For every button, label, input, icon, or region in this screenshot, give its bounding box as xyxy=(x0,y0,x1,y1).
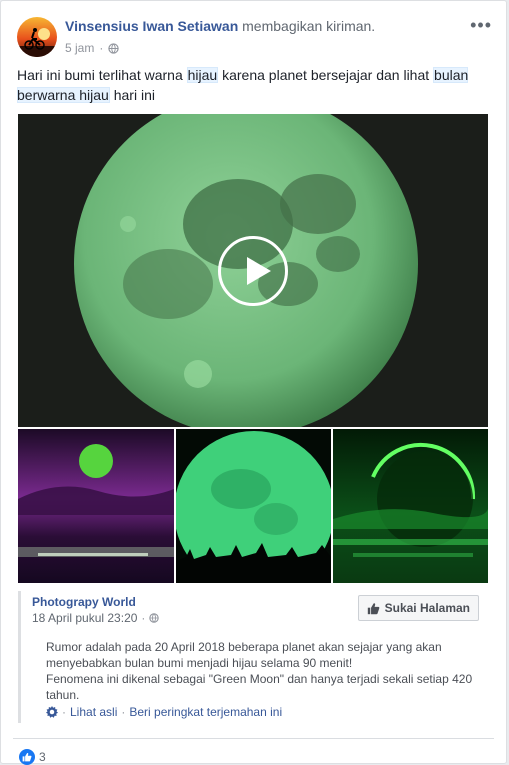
more-options-icon[interactable]: ••• xyxy=(470,15,492,36)
link-separator: · xyxy=(121,705,126,719)
purple-sea-moon-image xyxy=(18,429,174,583)
translation-links: · Lihat asli · Beri peringkat terjemahan… xyxy=(46,705,282,719)
hashtag-link[interactable]: hijau xyxy=(186,67,219,83)
green-moon-forest-image xyxy=(176,429,331,583)
reactions-summary[interactable]: 3 xyxy=(19,749,46,765)
shared-post-text: Rumor adalah pada 20 April 2018 beberapa… xyxy=(46,639,476,703)
gear-icon[interactable] xyxy=(46,706,58,718)
post-text-part: hari ini xyxy=(109,87,155,103)
photo-thumbnail[interactable] xyxy=(176,429,331,583)
meta-separator: · xyxy=(141,611,146,625)
shared-post-meta: 18 April pukul 23:20 · xyxy=(32,611,160,625)
video-player[interactable] xyxy=(18,114,488,427)
meta-separator: · xyxy=(99,41,104,55)
share-verb: membagikan kiriman. xyxy=(242,18,376,34)
post-text-part: karena planet bersejajar dan lihat xyxy=(218,67,434,83)
like-icon xyxy=(19,749,35,765)
see-original-link[interactable]: Lihat asli xyxy=(70,705,117,719)
post-card: Vinsensius Iwan Setiawan membagikan kiri… xyxy=(0,0,507,765)
shared-page-name[interactable]: Photograpy World xyxy=(32,595,136,609)
thumbs-up-icon xyxy=(367,602,379,614)
shared-text-line: Rumor adalah pada 20 April 2018 beberapa… xyxy=(46,640,442,670)
post-text-part: Hari ini bumi terlihat warna xyxy=(17,67,187,83)
green-eclipse-sea-image xyxy=(333,429,488,583)
post-text: Hari ini bumi terlihat warna hijau karen… xyxy=(17,65,495,105)
photo-thumbnail[interactable] xyxy=(333,429,488,583)
rate-translation-link[interactable]: Beri peringkat terjemahan ini xyxy=(129,705,282,719)
like-page-label: Sukai Halaman xyxy=(384,601,470,615)
globe-icon[interactable] xyxy=(108,42,120,54)
like-page-button[interactable]: Sukai Halaman xyxy=(357,595,479,621)
divider xyxy=(13,738,494,739)
play-icon[interactable] xyxy=(218,235,288,306)
post-meta: 5 jam · xyxy=(65,41,120,55)
author-name-link[interactable]: Vinsensius Iwan Setiawan xyxy=(65,18,238,34)
post-author-line: Vinsensius Iwan Setiawan membagikan kiri… xyxy=(65,18,375,34)
reaction-count: 3 xyxy=(39,750,46,764)
photo-thumbnail[interactable] xyxy=(18,429,174,583)
avatar[interactable] xyxy=(17,17,57,57)
globe-icon[interactable] xyxy=(149,613,160,623)
shared-post-attachment: Photograpy World 18 April pukul 23:20 · … xyxy=(18,591,497,723)
shared-post-timestamp[interactable]: 18 April pukul 23:20 xyxy=(32,611,137,625)
link-separator: · xyxy=(62,705,66,719)
shared-text-line: Fenomena ini dikenal sebagai "Green Moon… xyxy=(46,672,473,702)
post-timestamp[interactable]: 5 jam xyxy=(65,41,94,55)
